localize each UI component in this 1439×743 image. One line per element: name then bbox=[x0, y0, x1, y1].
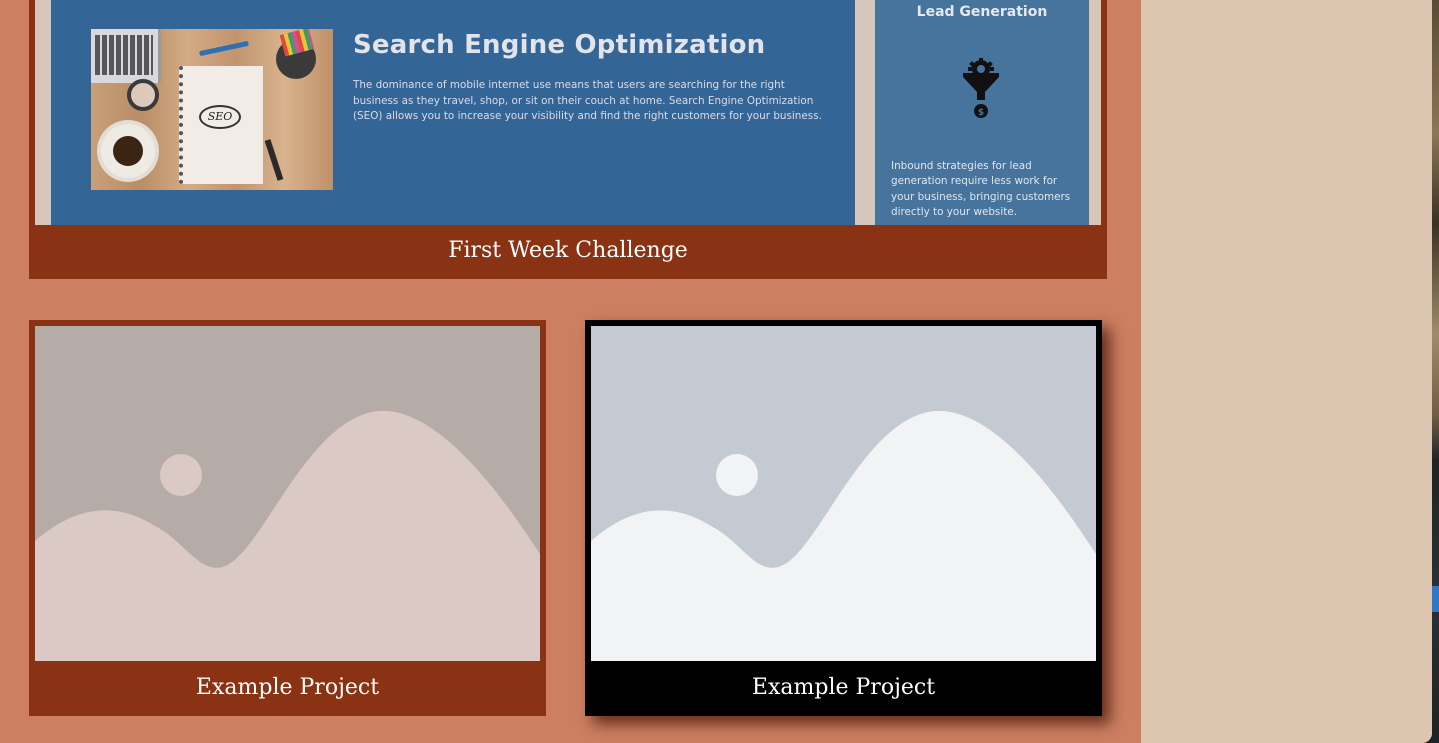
project-title[interactable]: Example Project bbox=[29, 661, 546, 716]
portfolio-main-column: SEO Search Engine Optimization The domin… bbox=[0, 0, 1141, 743]
seo-photo: SEO bbox=[91, 29, 333, 190]
desktop-highlight bbox=[1432, 586, 1439, 612]
seo-heading: Search Engine Optimization bbox=[353, 30, 766, 60]
seo-panel: SEO Search Engine Optimization The domin… bbox=[51, 0, 855, 225]
lead-generation-heading: Lead Generation bbox=[916, 4, 1048, 20]
funnel-gear-dollar-icon: $ bbox=[961, 58, 1001, 122]
image-placeholder-icon[interactable] bbox=[35, 326, 540, 661]
right-sidebar bbox=[1141, 0, 1432, 743]
laptop-icon bbox=[91, 29, 161, 83]
project-card-hovered[interactable]: Example Project bbox=[585, 320, 1102, 716]
pencil-cup-icon bbox=[276, 39, 316, 79]
project-card[interactable]: Example Project bbox=[29, 320, 546, 716]
seo-description: The dominance of mobile internet use mea… bbox=[353, 79, 822, 122]
featured-project-card[interactable]: SEO Search Engine Optimization The domin… bbox=[29, 0, 1107, 279]
svg-text:$: $ bbox=[978, 108, 984, 118]
magnifier-icon bbox=[127, 79, 159, 111]
featured-project-title[interactable]: First Week Challenge bbox=[29, 225, 1107, 279]
featured-project-preview[interactable]: SEO Search Engine Optimization The domin… bbox=[35, 0, 1101, 225]
lead-generation-description: Inbound strategies for lead generation r… bbox=[891, 160, 1071, 218]
coffee-cup-icon bbox=[101, 124, 155, 178]
project-title[interactable]: Example Project bbox=[585, 661, 1102, 716]
seo-bubble-label: SEO bbox=[199, 105, 241, 129]
image-placeholder-icon[interactable] bbox=[591, 326, 1096, 661]
pen-icon bbox=[199, 40, 249, 57]
browser-window: SEO Search Engine Optimization The domin… bbox=[0, 0, 1432, 743]
lead-generation-panel: Lead Generation $ Inbound strategies for… bbox=[875, 0, 1089, 225]
marker-icon bbox=[264, 139, 284, 181]
